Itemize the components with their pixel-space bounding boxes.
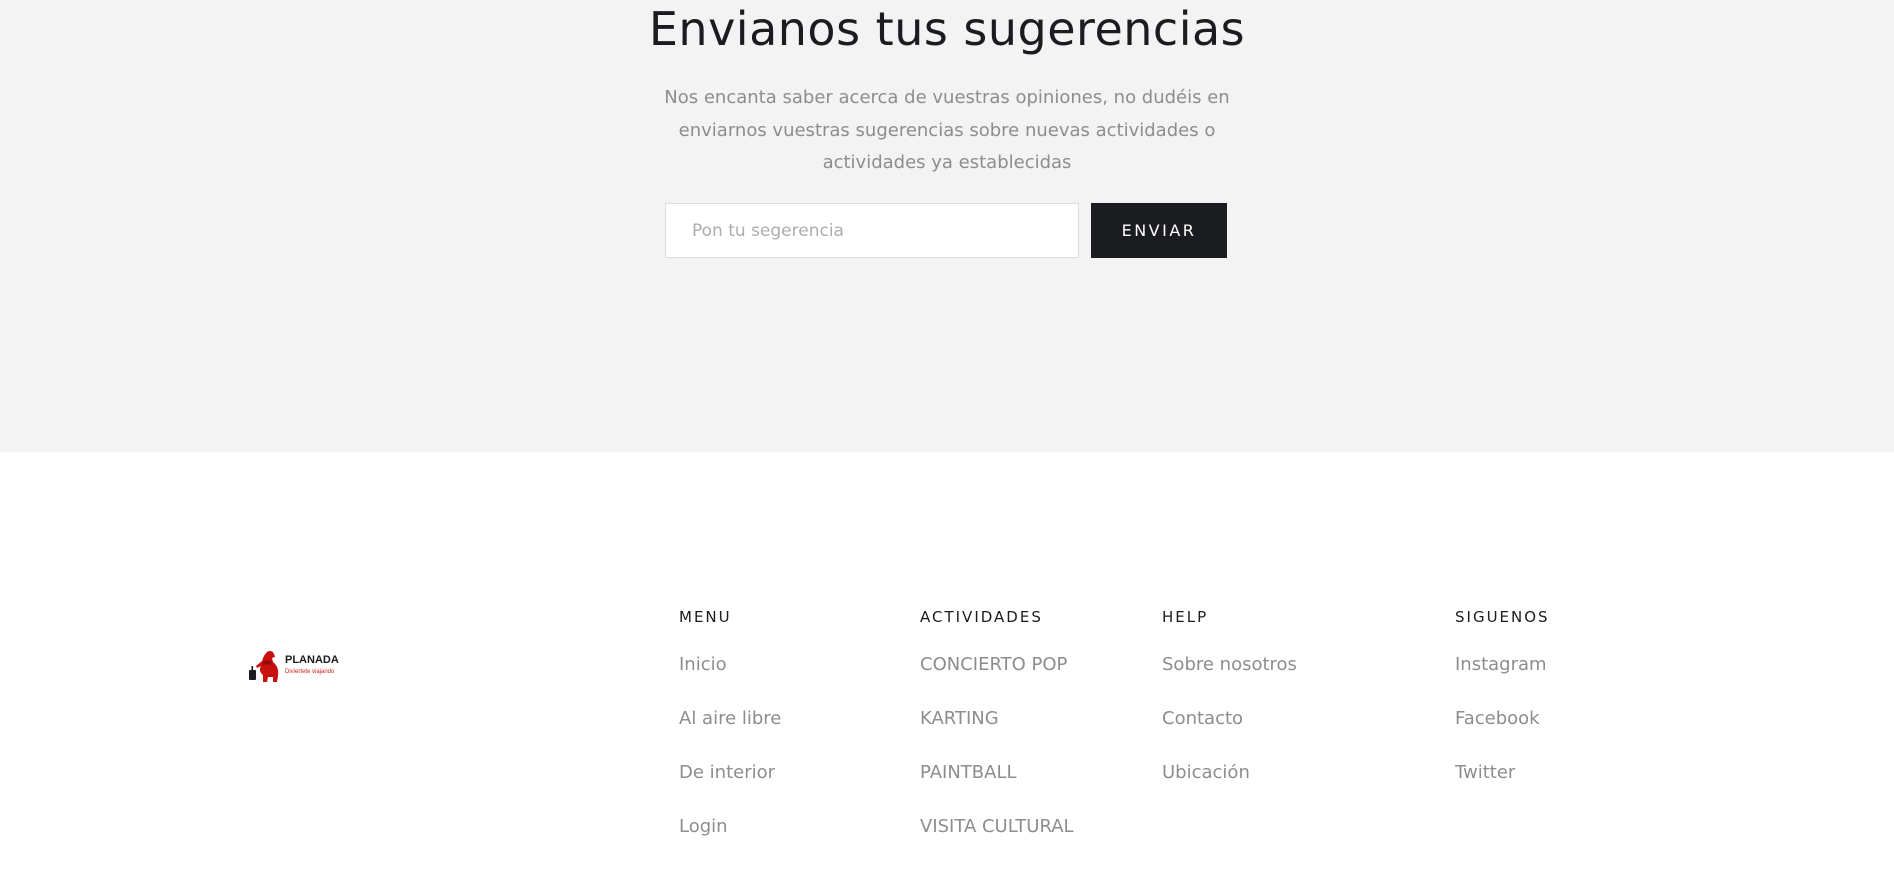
- footer-help-column: HELP Sobre nosotros Contacto Ubicación: [1162, 607, 1297, 815]
- footer-link-concierto-pop[interactable]: CONCIERTO POP: [920, 654, 1067, 675]
- suggestion-input[interactable]: [665, 203, 1079, 258]
- footer-social-column: SIGUENOS Instagram Facebook Twitter: [1455, 607, 1550, 815]
- footer-link-visita-cultural[interactable]: VISITA CULTURAL: [920, 816, 1074, 837]
- footer-social-title: SIGUENOS: [1455, 608, 1550, 626]
- bear-logo-icon: [249, 650, 279, 682]
- send-button[interactable]: ENVIAR: [1091, 203, 1227, 258]
- footer-activities-title: ACTIVIDADES: [920, 608, 1043, 626]
- footer-link-paintball[interactable]: PAINTBALL: [920, 762, 1017, 783]
- logo-tagline: Diviertete viajando: [285, 669, 335, 675]
- footer-link-twitter[interactable]: Twitter: [1455, 762, 1515, 783]
- footer-help-title: HELP: [1162, 608, 1209, 626]
- suggestion-section: Envianos tus sugerencias Nos encanta sab…: [0, 0, 1894, 452]
- footer-link-facebook[interactable]: Facebook: [1455, 708, 1540, 729]
- footer: PLANADA Diviertete viajando MENU Inicio …: [0, 452, 1894, 890]
- footer-link-al-aire-libre[interactable]: Al aire libre: [679, 708, 781, 729]
- footer-link-contacto[interactable]: Contacto: [1162, 708, 1243, 729]
- footer-link-ubicacion[interactable]: Ubicación: [1162, 762, 1250, 783]
- footer-link-sobre-nosotros[interactable]: Sobre nosotros: [1162, 654, 1297, 675]
- footer-menu-column: MENU Inicio Al aire libre De interior Lo…: [679, 607, 781, 869]
- footer-menu-title: MENU: [679, 608, 732, 626]
- planada-logo[interactable]: PLANADA Diviertete viajando: [247, 646, 359, 686]
- footer-link-inicio[interactable]: Inicio: [679, 654, 727, 675]
- footer-link-karting[interactable]: KARTING: [920, 708, 999, 729]
- footer-activities-column: ACTIVIDADES CONCIERTO POP KARTING PAINTB…: [920, 607, 1074, 869]
- logo-name: PLANADA: [285, 654, 339, 666]
- footer-link-de-interior[interactable]: De interior: [679, 762, 775, 783]
- footer-link-instagram[interactable]: Instagram: [1455, 654, 1547, 675]
- suggestion-title: Envianos tus sugerencias: [648, 2, 1246, 56]
- footer-link-login[interactable]: Login: [679, 816, 728, 837]
- suggestion-description: Nos encanta saber acerca de vuestras opi…: [664, 87, 1230, 173]
